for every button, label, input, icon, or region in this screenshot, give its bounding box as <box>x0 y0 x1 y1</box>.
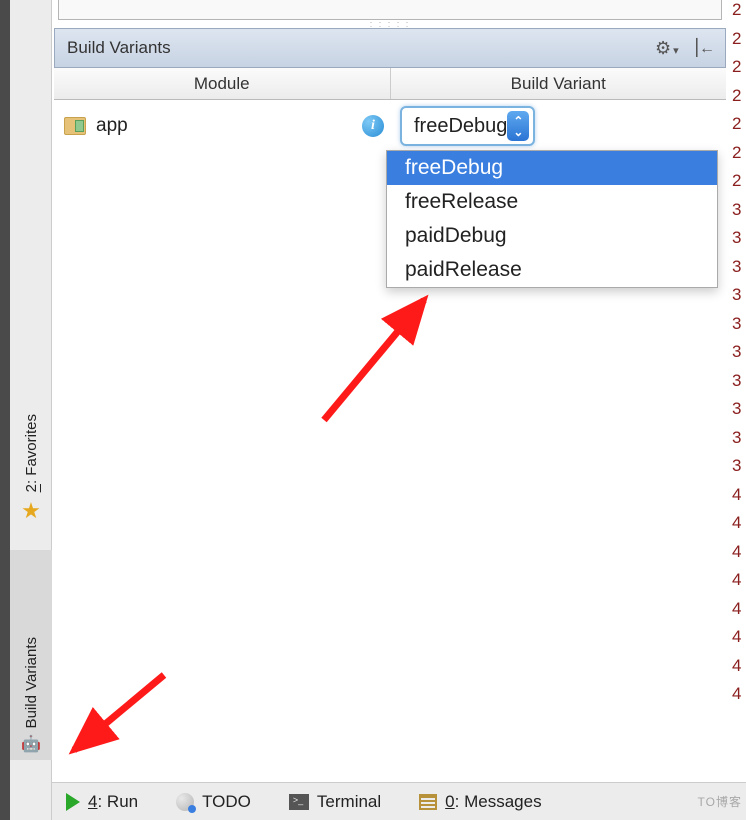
gear-icon[interactable] <box>655 38 679 59</box>
editor-line-gutter: 2222222333333333344444444 <box>728 0 746 782</box>
window-left-edge <box>0 0 10 820</box>
panel-title: Build Variants <box>67 38 655 58</box>
line-number: 2 <box>728 0 746 29</box>
variant-cell: freeDebug <box>394 100 726 152</box>
info-icon[interactable]: i <box>362 115 384 137</box>
table-header: Module Build Variant <box>54 68 726 100</box>
line-number: 2 <box>728 114 746 143</box>
dropdown-option[interactable]: freeDebug <box>387 151 717 185</box>
line-number: 3 <box>728 228 746 257</box>
left-tool-strip: 2: Favorites ★ Build Variants 🤖 <box>10 0 52 820</box>
dropdown-option[interactable]: freeRelease <box>387 185 717 219</box>
line-number: 4 <box>728 513 746 542</box>
line-number: 2 <box>728 57 746 86</box>
bottom-tool-bar: 4: Run TODO Terminal 0: Messages <box>52 782 746 820</box>
bottom-tab-run[interactable]: 4: Run <box>66 792 138 812</box>
dropdown-option[interactable]: paidDebug <box>387 219 717 253</box>
module-cell[interactable]: app i <box>54 100 394 152</box>
messages-label: 0: Messages <box>445 792 541 812</box>
variant-combo-value: freeDebug <box>414 115 507 138</box>
tool-tab-favorites[interactable]: 2: Favorites ★ <box>10 320 52 530</box>
watermark: TO博客 <box>698 793 742 810</box>
todo-icon <box>176 793 194 811</box>
line-number: 2 <box>728 86 746 115</box>
line-number: 4 <box>728 542 746 571</box>
line-number: 3 <box>728 257 746 286</box>
hide-panel-icon[interactable] <box>693 38 713 58</box>
play-icon <box>66 793 80 811</box>
annotation-arrow-2 <box>54 655 184 765</box>
line-number: 3 <box>728 428 746 457</box>
panel-header: Build Variants <box>54 28 726 68</box>
line-number: 4 <box>728 627 746 656</box>
terminal-icon <box>289 794 309 810</box>
line-number: 3 <box>728 456 746 485</box>
variant-dropdown: freeDebugfreeReleasepaidDebugpaidRelease <box>386 150 718 288</box>
panel-grip[interactable]: : : : : : <box>52 20 728 28</box>
module-folder-icon <box>64 117 86 135</box>
run-label: 4: Run <box>88 792 138 812</box>
table-row: app i freeDebug <box>54 100 726 152</box>
messages-icon <box>419 794 437 810</box>
column-header-module: Module <box>54 68 391 99</box>
line-number: 4 <box>728 656 746 685</box>
line-number: 4 <box>728 485 746 514</box>
line-number: 4 <box>728 684 746 713</box>
todo-label: TODO <box>202 792 251 812</box>
variant-combo[interactable]: freeDebug <box>400 106 535 146</box>
bottom-tab-todo[interactable]: TODO <box>176 792 251 812</box>
line-number: 2 <box>728 29 746 58</box>
column-header-variant: Build Variant <box>391 68 727 99</box>
combo-stepper-icon[interactable] <box>507 111 529 141</box>
line-number: 3 <box>728 371 746 400</box>
star-icon: ★ <box>21 498 41 524</box>
bottom-tab-messages[interactable]: 0: Messages <box>419 792 541 812</box>
line-number: 4 <box>728 570 746 599</box>
dropdown-option[interactable]: paidRelease <box>387 253 717 287</box>
tool-tab-build-variants[interactable]: Build Variants 🤖 <box>10 550 52 760</box>
line-number: 4 <box>728 599 746 628</box>
table-body: app i freeDebug freeDebugfreeReleasepaid… <box>54 100 726 780</box>
module-name: app <box>96 115 362 137</box>
top-strip <box>58 0 722 20</box>
line-number: 2 <box>728 171 746 200</box>
build-variants-tab-label: Build Variants <box>23 637 40 728</box>
line-number: 3 <box>728 314 746 343</box>
bottom-tab-terminal[interactable]: Terminal <box>289 792 381 812</box>
line-number: 3 <box>728 285 746 314</box>
favorites-tab-label: 2: Favorites <box>23 414 40 492</box>
terminal-label: Terminal <box>317 792 381 812</box>
line-number: 3 <box>728 200 746 229</box>
line-number: 3 <box>728 342 746 371</box>
line-number: 3 <box>728 399 746 428</box>
build-variants-panel: : : : : : Build Variants Module Build Va… <box>52 0 728 782</box>
android-icon: 🤖 <box>21 734 41 754</box>
line-number: 2 <box>728 143 746 172</box>
annotation-arrow-1 <box>274 270 434 430</box>
